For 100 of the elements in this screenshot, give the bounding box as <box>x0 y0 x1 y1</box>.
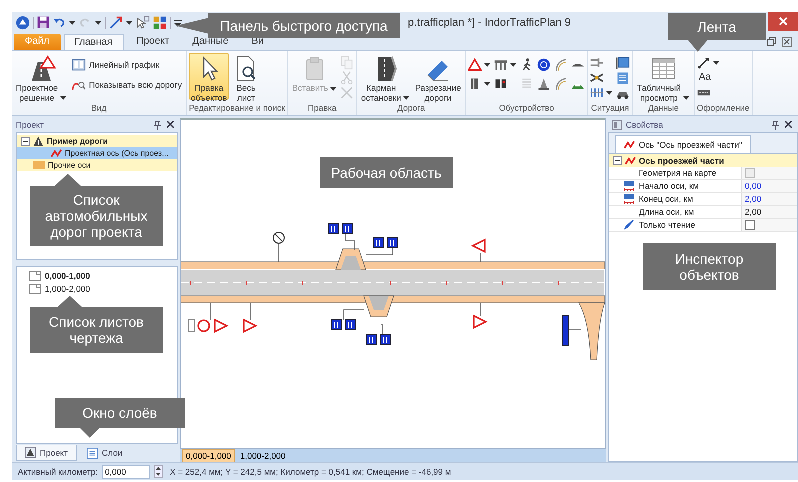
ribbon-tab[interactable]: Главная <box>64 34 124 50</box>
chart-icon <box>72 58 86 72</box>
curve-icon[interactable] <box>554 58 568 72</box>
coordinates-text: X = 252,4 мм; Y = 242,5 мм; Километр = 0,541 км; Смещение = -46,99 м <box>170 466 452 476</box>
group-title: Ось проезжей части <box>639 156 724 166</box>
collapse-icon[interactable] <box>21 136 30 146</box>
pin-icon[interactable] <box>154 120 161 130</box>
caret-icon[interactable] <box>713 60 720 64</box>
property-label: Начало оси, км <box>639 181 700 191</box>
pencil-icon <box>623 219 635 231</box>
sheet-tab[interactable]: 1,000-2,000 <box>237 450 289 462</box>
warning-sign-icon[interactable] <box>468 58 482 72</box>
save-icon[interactable] <box>37 16 50 29</box>
undo-icon[interactable] <box>53 16 66 29</box>
curve-icon[interactable] <box>554 76 568 90</box>
property-label: Только чтение <box>639 220 696 230</box>
group-label: Правка <box>307 103 338 115</box>
axis-icon <box>51 148 62 158</box>
ribbon-button[interactable]: Карман остановки <box>359 53 412 100</box>
caret-icon[interactable] <box>126 20 133 24</box>
sheet-item[interactable]: 1,000-2,000 <box>45 284 90 294</box>
ribbon-button[interactable]: Правка объектов <box>189 53 230 100</box>
pin-icon[interactable] <box>772 120 779 130</box>
ruler-icon <box>623 180 635 192</box>
ruler-icon <box>623 193 635 205</box>
callout: Список автомобильных дорог проекта <box>30 186 163 246</box>
text-style-button[interactable]: Aa <box>697 72 714 84</box>
caret-icon[interactable] <box>484 62 492 66</box>
tree-item[interactable]: Прочие оси <box>17 159 177 171</box>
ribbon-tab[interactable]: Проект <box>126 34 180 50</box>
close-icon[interactable] <box>782 36 792 46</box>
project-icon <box>25 447 36 458</box>
checkbox[interactable] <box>745 220 755 230</box>
properties-icon <box>612 120 622 130</box>
folder-icon <box>33 160 45 170</box>
tree-item[interactable]: Проектная ось (Ось проез... <box>17 147 177 159</box>
caret-icon[interactable] <box>606 90 614 94</box>
field-label: Активный километр: <box>18 466 98 476</box>
road-icon <box>33 136 44 146</box>
group-label: Ситуация <box>590 103 630 115</box>
billboard-icon[interactable] <box>616 56 630 70</box>
sheet-item[interactable]: 0,000-1,000 <box>45 270 90 280</box>
sheet-icon <box>29 270 41 280</box>
tree-item[interactable]: Пример дороги <box>17 135 177 147</box>
callout-pointer <box>176 18 209 34</box>
group-label: Вид <box>90 103 108 115</box>
sheet-icon <box>29 284 41 294</box>
collapse-icon[interactable] <box>613 156 622 165</box>
traffic-light-icon[interactable] <box>494 76 508 90</box>
restore-icon[interactable] <box>767 36 777 46</box>
property-value: 0,00 <box>745 181 762 191</box>
object-tab[interactable]: Ось "Ось проезжей части" <box>615 135 752 153</box>
cone-icon[interactable] <box>537 76 552 90</box>
panel-title: Проект <box>16 120 45 130</box>
sheet-tab[interactable]: 0,000-1,000 <box>182 448 236 462</box>
close-icon[interactable] <box>785 120 792 128</box>
callout-pointer <box>58 296 82 307</box>
callout: Инспектор объектов <box>643 243 776 290</box>
round-sign-icon[interactable] <box>537 58 552 72</box>
property-value: 2,00 <box>745 207 762 217</box>
node-icon[interactable] <box>136 16 150 30</box>
blocks-icon[interactable] <box>153 16 167 30</box>
input-field[interactable]: 0,000 <box>102 464 150 478</box>
diagonal-arrow-icon[interactable] <box>697 56 712 70</box>
group-label: Редактирование и поиск <box>189 103 286 115</box>
caret-icon[interactable] <box>510 62 518 66</box>
panel-title: Свойства <box>626 120 664 130</box>
callout-pointer <box>80 428 100 438</box>
spinner-icon[interactable] <box>154 465 164 478</box>
caret-icon[interactable] <box>683 96 690 100</box>
layers-icon <box>87 448 98 458</box>
callout-pointer <box>55 174 81 186</box>
caret-icon[interactable] <box>403 96 410 100</box>
ribbon-button[interactable]: Весь лист <box>230 53 262 100</box>
property-value: 2,00 <box>745 194 762 204</box>
group-label: Данные <box>647 103 680 115</box>
close-button[interactable] <box>768 12 798 31</box>
caret-icon[interactable] <box>69 20 76 24</box>
ribbon-button[interactable]: Показывать всю дорогу <box>70 77 184 93</box>
caret-icon[interactable] <box>95 20 102 24</box>
close-icon[interactable] <box>167 120 174 128</box>
axis-icon <box>625 156 636 166</box>
group-label: Дорога <box>396 103 426 115</box>
caret-icon[interactable] <box>484 82 492 86</box>
panel-tab[interactable]: Проект <box>16 445 77 461</box>
property-label: Длина оси, км <box>639 207 696 217</box>
caret-icon[interactable] <box>60 96 68 100</box>
close-icon <box>778 17 788 26</box>
barrier-icon[interactable] <box>494 58 508 72</box>
level-icon[interactable] <box>590 86 604 100</box>
axis-icon <box>624 140 635 150</box>
group-label: Оформление <box>697 103 750 115</box>
property-label: Геометрия на карте <box>639 168 718 178</box>
callout-pointer <box>688 40 708 52</box>
callout: Рабочая область <box>320 157 453 188</box>
arrows-icon[interactable] <box>109 16 123 30</box>
ribbon-button[interactable]: Линейный график <box>70 57 184 73</box>
panel-tab[interactable]: Слои <box>79 446 131 460</box>
app-icon[interactable] <box>16 16 30 30</box>
property-label: Конец оси, км <box>639 194 694 204</box>
